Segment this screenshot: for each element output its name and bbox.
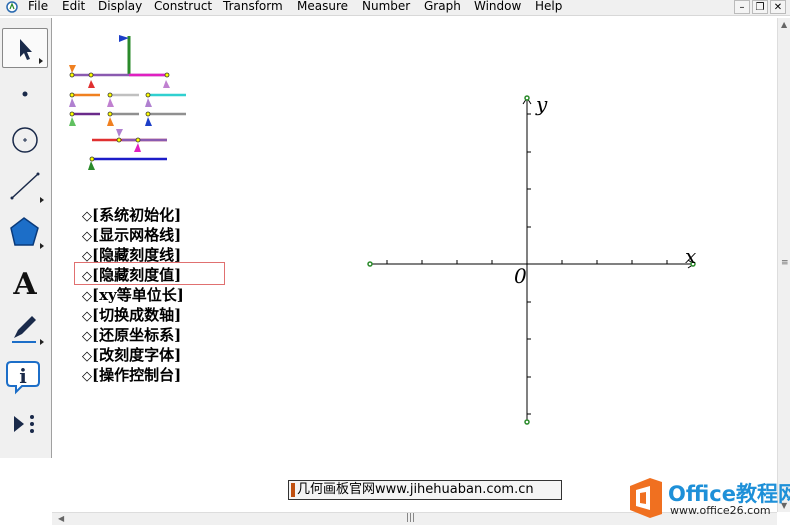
straightedge-tool[interactable]: [2, 166, 48, 206]
button-label: [操作控制台]: [92, 366, 182, 384]
arrow-tool[interactable]: [2, 28, 48, 68]
x-axis-label: x: [685, 244, 697, 268]
toolbox: A i: [0, 18, 52, 458]
menu-window[interactable]: Window: [474, 0, 521, 13]
button-label: [还原坐标系]: [92, 326, 182, 344]
menubar: File Edit Display Construct Transform Me…: [0, 0, 790, 16]
menu-construct[interactable]: Construct: [154, 0, 212, 13]
point-tool-icon: [22, 91, 28, 97]
tool-options-icon: [39, 58, 43, 64]
menu-edit[interactable]: Edit: [62, 0, 85, 13]
button-change-tick-font[interactable]: ◇[改刻度字体]: [82, 345, 181, 367]
selection-highlight: [74, 262, 225, 285]
watermark-caption: 几何画板官网www.jihehuaban.com.cn: [288, 480, 562, 500]
vertical-scrollbar[interactable]: ▲ ≡ ▼: [777, 18, 790, 512]
information-tool[interactable]: i: [2, 356, 48, 396]
compass-tool-icon: [12, 127, 38, 153]
scroll-thumb-grip-icon[interactable]: |||: [406, 513, 415, 523]
office-logo: Office教程网 www.office26.com: [626, 472, 790, 522]
menu-graph[interactable]: Graph: [424, 0, 461, 13]
button-label: [切换成数轴]: [92, 306, 182, 324]
svg-text:A: A: [12, 267, 37, 302]
minimize-button[interactable]: –: [734, 0, 750, 14]
button-system-init[interactable]: ◇[系统初始化]: [82, 205, 181, 227]
custom-tool[interactable]: [2, 404, 48, 444]
menu-transform[interactable]: Transform: [223, 0, 283, 13]
button-label: [显示网格线]: [92, 226, 182, 244]
coordinate-axes[interactable]: [367, 95, 696, 425]
diamond-icon: ◇: [82, 369, 92, 384]
custom-tool-icon: [14, 415, 34, 433]
y-axis-label: y: [536, 92, 548, 116]
caption-bar-icon: [291, 483, 295, 497]
diamond-icon: ◇: [82, 289, 92, 304]
button-equal-unit-length[interactable]: ◇[xy等单位长]: [82, 285, 184, 307]
diamond-icon: ◇: [82, 209, 92, 224]
scroll-left-icon[interactable]: ◀: [58, 514, 64, 523]
close-button[interactable]: ✕: [770, 0, 786, 14]
button-label: [xy等单位长]: [92, 286, 184, 304]
restore-button[interactable]: ❐: [752, 0, 768, 14]
menu-file[interactable]: File: [28, 0, 48, 13]
menu-help[interactable]: Help: [535, 0, 562, 13]
diamond-icon: ◇: [82, 349, 92, 364]
origin-label: 0: [514, 264, 527, 288]
diamond-icon: ◇: [82, 229, 92, 244]
diamond-icon: ◇: [82, 309, 92, 324]
button-switch-number-line[interactable]: ◇[切换成数轴]: [82, 305, 181, 327]
menu-measure[interactable]: Measure: [297, 0, 348, 13]
menu-display[interactable]: Display: [98, 0, 142, 13]
compass-tool[interactable]: [2, 120, 48, 160]
button-control-panel[interactable]: ◇[操作控制台]: [82, 365, 181, 387]
diamond-icon: ◇: [82, 329, 92, 344]
button-label: [改刻度字体]: [92, 346, 182, 364]
point-tool[interactable]: [2, 74, 48, 114]
button-label: [系统初始化]: [92, 206, 182, 224]
window-controls: – ❐ ✕: [734, 0, 788, 15]
polygon-tool[interactable]: [2, 212, 48, 252]
office-logo-icon: [630, 478, 662, 518]
information-tool-icon: i: [6, 361, 40, 395]
scroll-up-icon[interactable]: ▲: [781, 20, 787, 29]
watermark-text: 几何画板官网www.jihehuaban.com.cn: [297, 482, 534, 497]
scroll-thumb-grip-icon[interactable]: ≡: [781, 258, 789, 268]
parameter-sliders[interactable]: [69, 35, 186, 170]
marker-tool[interactable]: [2, 308, 48, 348]
tool-options-icon: [40, 197, 44, 203]
office-logo-url: www.office26.com: [670, 504, 771, 517]
button-restore-coordinates[interactable]: ◇[还原坐标系]: [82, 325, 181, 347]
svg-text:i: i: [19, 364, 27, 388]
button-show-grid[interactable]: ◇[显示网格线]: [82, 225, 181, 247]
menu-number[interactable]: Number: [362, 0, 410, 13]
app-icon: [6, 1, 18, 13]
tool-options-icon: [40, 243, 44, 249]
text-tool[interactable]: A: [2, 262, 48, 302]
tool-options-icon: [40, 339, 44, 345]
text-tool-icon: A: [12, 267, 37, 302]
